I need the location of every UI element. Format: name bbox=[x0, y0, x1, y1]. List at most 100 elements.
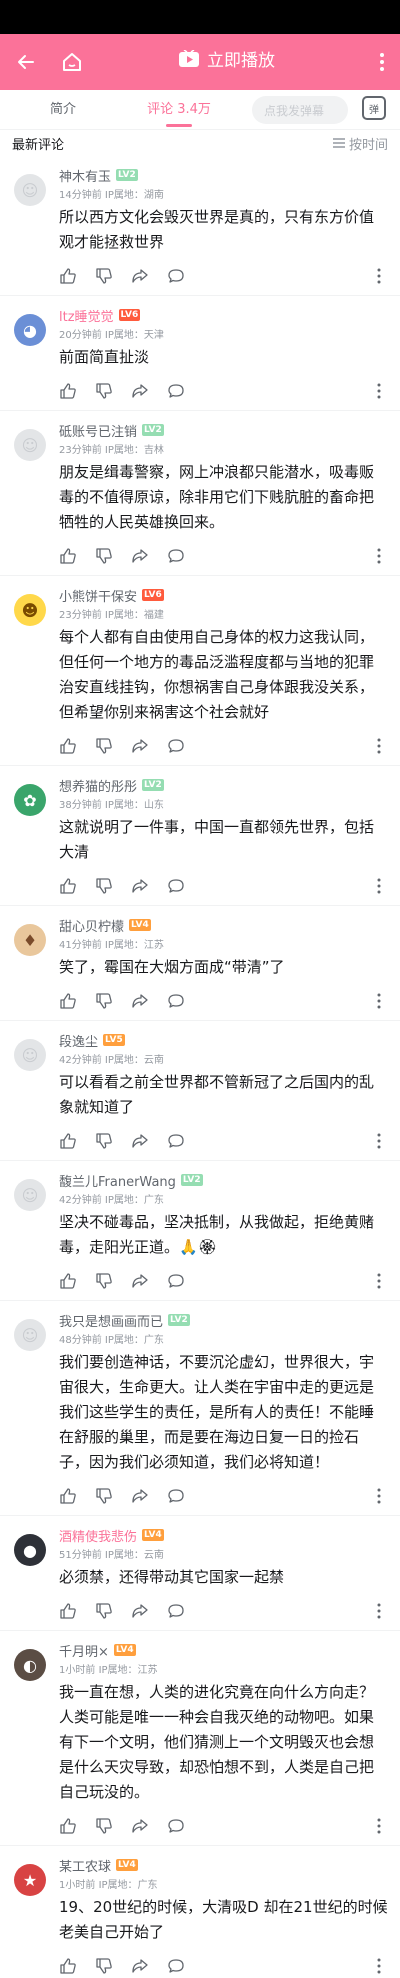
reply-icon[interactable] bbox=[167, 1957, 185, 1975]
share-icon[interactable] bbox=[131, 1132, 149, 1150]
reply-icon[interactable] bbox=[167, 1487, 185, 1505]
dislike-icon[interactable] bbox=[95, 877, 113, 895]
share-icon[interactable] bbox=[131, 737, 149, 755]
home-icon bbox=[63, 53, 81, 71]
username-row: 想养猫的彤彤 LV2 bbox=[59, 776, 388, 795]
dislike-icon[interactable] bbox=[95, 1132, 113, 1150]
danmaku-input[interactable]: 点我发弹幕 bbox=[252, 96, 348, 124]
comment-more-icon[interactable] bbox=[376, 1817, 382, 1835]
share-icon[interactable] bbox=[131, 1487, 149, 1505]
like-icon[interactable] bbox=[59, 737, 77, 755]
dislike-icon[interactable] bbox=[95, 992, 113, 1010]
like-icon[interactable] bbox=[59, 877, 77, 895]
dislike-icon[interactable] bbox=[95, 1487, 113, 1505]
reply-icon[interactable] bbox=[167, 737, 185, 755]
username[interactable]: 我只是想画画而已 bbox=[59, 1311, 163, 1330]
blue-cartoon-avatar[interactable]: ◕ bbox=[14, 314, 46, 346]
comment-more-icon[interactable] bbox=[376, 1487, 382, 1505]
share-icon[interactable] bbox=[131, 992, 149, 1010]
portrait-avatar[interactable]: ◐ bbox=[14, 1649, 46, 1681]
dark-avatar[interactable]: ● bbox=[14, 1534, 46, 1566]
sort-button[interactable]: 按时间 bbox=[332, 134, 388, 153]
dislike-icon[interactable] bbox=[95, 267, 113, 285]
default-avatar[interactable]: ☺ bbox=[14, 1039, 46, 1071]
username[interactable]: 某工农球 bbox=[59, 1856, 111, 1875]
username[interactable]: 酒精使我悲伤 bbox=[59, 1526, 137, 1545]
share-icon[interactable] bbox=[131, 1602, 149, 1620]
comment-more-icon[interactable] bbox=[376, 1132, 382, 1150]
comment-item: ◐ 千月明× LV4 1小时前 IP属地：江苏 我一直在想，人类的进化究竟在向什… bbox=[0, 1641, 400, 1846]
green-avatar[interactable]: ✿ bbox=[14, 784, 46, 816]
dislike-icon[interactable] bbox=[95, 547, 113, 565]
reply-icon[interactable] bbox=[167, 382, 185, 400]
comment-more-icon[interactable] bbox=[376, 1602, 382, 1620]
dislike-icon[interactable] bbox=[95, 737, 113, 755]
comment-more-icon[interactable] bbox=[376, 877, 382, 895]
level-badge: LV4 bbox=[116, 1859, 138, 1871]
share-icon[interactable] bbox=[131, 267, 149, 285]
default-avatar[interactable]: ☺ bbox=[14, 174, 46, 206]
reply-icon[interactable] bbox=[167, 992, 185, 1010]
like-icon[interactable] bbox=[59, 992, 77, 1010]
comment-more-icon[interactable] bbox=[376, 1957, 382, 1975]
dislike-icon[interactable] bbox=[95, 1272, 113, 1290]
back-button[interactable] bbox=[10, 46, 42, 78]
comment-more-icon[interactable] bbox=[376, 547, 382, 565]
comment-more-icon[interactable] bbox=[376, 267, 382, 285]
comment-more-icon[interactable] bbox=[376, 382, 382, 400]
username[interactable]: 千月明× bbox=[59, 1641, 109, 1660]
like-icon[interactable] bbox=[59, 1272, 77, 1290]
like-icon[interactable] bbox=[59, 1957, 77, 1975]
comment-more-icon[interactable] bbox=[376, 737, 382, 755]
username[interactable]: 段逸尘 bbox=[59, 1031, 98, 1050]
username[interactable]: 馥兰儿FranerWang bbox=[59, 1171, 176, 1190]
default-avatar[interactable]: ☺ bbox=[14, 429, 46, 461]
danmaku-toggle-icon[interactable]: 弹 bbox=[362, 96, 386, 120]
reply-icon[interactable] bbox=[167, 877, 185, 895]
share-icon[interactable] bbox=[131, 1272, 149, 1290]
username[interactable]: 砥账号已注销 bbox=[59, 421, 137, 440]
username[interactable]: 甜心贝柠檬 bbox=[59, 916, 124, 935]
comment-more-icon[interactable] bbox=[376, 992, 382, 1010]
username[interactable]: 想养猫的彤彤 bbox=[59, 776, 137, 795]
tab-intro[interactable]: 简介 bbox=[0, 98, 126, 129]
like-icon[interactable] bbox=[59, 547, 77, 565]
reply-icon[interactable] bbox=[167, 1132, 185, 1150]
username-row: 段逸尘 LV5 bbox=[59, 1031, 388, 1050]
username[interactable]: 神木有玉 bbox=[59, 166, 111, 185]
share-icon[interactable] bbox=[131, 547, 149, 565]
anime-avatar[interactable]: ♦ bbox=[14, 924, 46, 956]
tab-comments[interactable]: 评论 3.4万 bbox=[126, 98, 232, 129]
flag-avatar[interactable]: ★ bbox=[14, 1864, 46, 1896]
like-icon[interactable] bbox=[59, 382, 77, 400]
reply-icon[interactable] bbox=[167, 1602, 185, 1620]
dislike-icon[interactable] bbox=[95, 1817, 113, 1835]
reply-icon[interactable] bbox=[167, 267, 185, 285]
smiley-avatar[interactable]: ☻ bbox=[14, 594, 46, 626]
share-icon[interactable] bbox=[131, 1817, 149, 1835]
home-button[interactable] bbox=[56, 46, 88, 78]
reply-icon[interactable] bbox=[167, 547, 185, 565]
username[interactable]: 小熊饼干保安 bbox=[59, 586, 137, 605]
reply-icon[interactable] bbox=[167, 1817, 185, 1835]
like-icon[interactable] bbox=[59, 1817, 77, 1835]
play-now-button[interactable]: 立即播放 bbox=[178, 46, 275, 71]
comment-more-icon[interactable] bbox=[376, 1272, 382, 1290]
like-icon[interactable] bbox=[59, 267, 77, 285]
reply-icon[interactable] bbox=[167, 1272, 185, 1290]
pray-emoji-icon: 🙏 bbox=[179, 1238, 198, 1256]
dislike-icon[interactable] bbox=[95, 382, 113, 400]
default-avatar[interactable]: ☺ bbox=[14, 1319, 46, 1351]
default-avatar[interactable]: ☺ bbox=[14, 1179, 46, 1211]
like-icon[interactable] bbox=[59, 1487, 77, 1505]
share-icon[interactable] bbox=[131, 877, 149, 895]
share-icon[interactable] bbox=[131, 1957, 149, 1975]
share-icon[interactable] bbox=[131, 382, 149, 400]
dislike-icon[interactable] bbox=[95, 1957, 113, 1975]
username[interactable]: ltz睡觉觉 bbox=[59, 306, 114, 325]
comment-list-header: 最新评论 按时间 bbox=[0, 130, 400, 156]
more-button[interactable] bbox=[370, 46, 394, 78]
like-icon[interactable] bbox=[59, 1602, 77, 1620]
like-icon[interactable] bbox=[59, 1132, 77, 1150]
dislike-icon[interactable] bbox=[95, 1602, 113, 1620]
